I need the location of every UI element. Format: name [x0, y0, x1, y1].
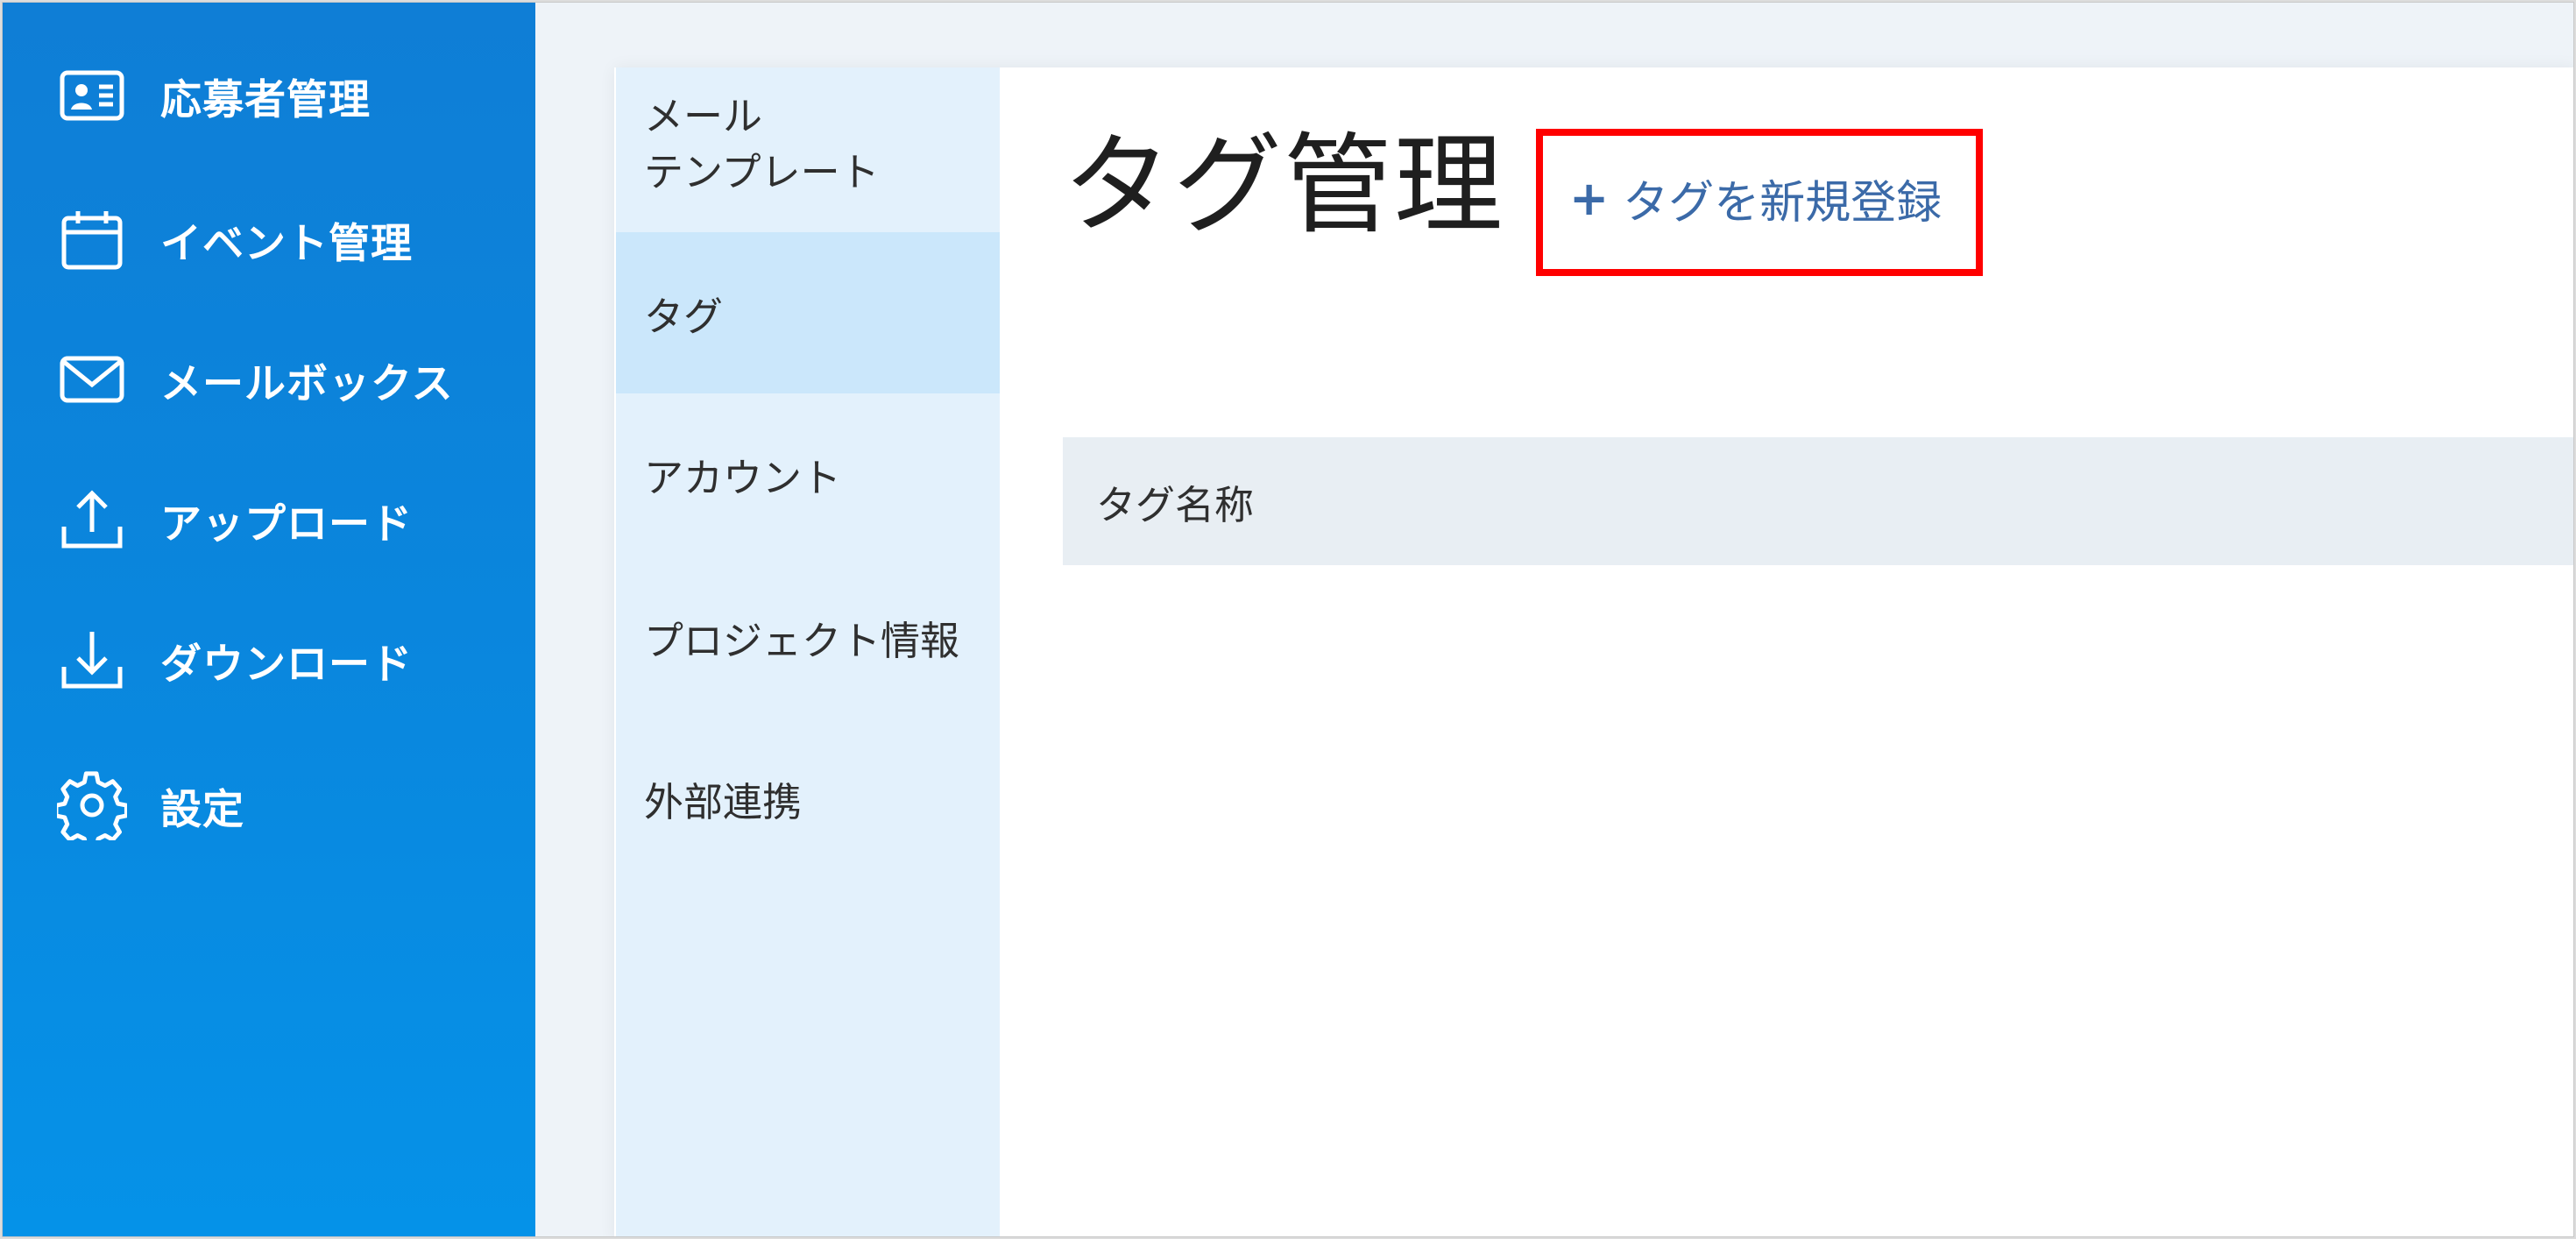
gear-icon	[55, 768, 129, 842]
main-panel: タグ管理 + タグを新規登録 タグ名称	[1000, 67, 2573, 1236]
app-window: 応募者管理 イベント管理 メールボックス アップロード ダウンロード 設定 メー…	[2, 2, 2574, 1237]
sidebar-item-mailbox[interactable]: メールボックス	[55, 336, 454, 423]
column-header-tag-name: タグ名称	[1096, 481, 1255, 528]
subnav-item-label: タグ	[644, 293, 724, 340]
subnav-item-label: 外部連携	[644, 778, 803, 825]
sidebar-item-label: イベント管理	[160, 219, 413, 268]
sidebar-item-label: 応募者管理	[160, 75, 371, 124]
mail-icon	[55, 343, 129, 416]
add-tag-button[interactable]: + タグを新規登録	[1569, 166, 1942, 231]
add-tag-label: タグを新規登録	[1623, 177, 1943, 230]
subnav-item-tags[interactable]: タグ	[616, 232, 1000, 393]
subnav-item-project-info[interactable]: プロジェクト情報	[616, 556, 1000, 718]
sidebar-item-download[interactable]: ダウンロード	[55, 616, 413, 704]
subnav-item-label: メール	[644, 93, 763, 139]
calendar-icon	[55, 202, 129, 276]
applicant-card-icon	[55, 59, 129, 132]
sidebar-item-label: アップロード	[160, 499, 413, 549]
sidebar-item-label: メールボックス	[160, 359, 454, 408]
subnav-item-mail-template[interactable]: メール テンプレート	[616, 88, 1000, 232]
sidebar-item-settings[interactable]: 設定	[55, 761, 244, 849]
settings-subnav: メール テンプレート タグ アカウント プロジェクト情報 外部連携	[616, 67, 1000, 1236]
upload-icon	[55, 483, 129, 556]
sidebar-item-applicants[interactable]: 応募者管理	[55, 52, 371, 139]
page-title: タグ管理	[1063, 123, 1505, 249]
tag-table-header: タグ名称	[1063, 437, 2573, 565]
subnav-item-integrations[interactable]: 外部連携	[616, 718, 1000, 879]
subnav-item-accounts[interactable]: アカウント	[616, 393, 1000, 555]
main-sidebar: 応募者管理 イベント管理 メールボックス アップロード ダウンロード 設定	[3, 3, 535, 1236]
subnav-item-label: アカウント	[644, 454, 842, 501]
subnav-item-label: テンプレート	[644, 149, 880, 195]
sidebar-item-events[interactable]: イベント管理	[55, 195, 413, 283]
subnav-item-label: プロジェクト情報	[644, 617, 960, 664]
sidebar-item-label: ダウンロード	[160, 640, 413, 689]
download-icon	[55, 623, 129, 697]
plus-icon: +	[1569, 171, 1610, 226]
sidebar-item-upload[interactable]: アップロード	[55, 476, 413, 563]
sidebar-item-label: 設定	[160, 785, 244, 834]
